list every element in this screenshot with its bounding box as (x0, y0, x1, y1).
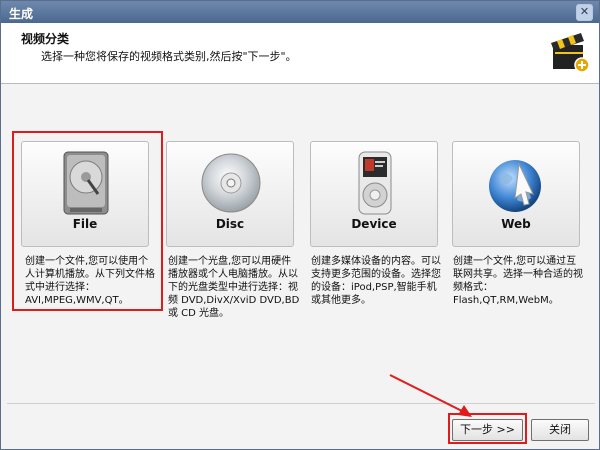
close-button[interactable]: 关闭 (531, 419, 589, 441)
card-web[interactable]: Web (452, 141, 580, 247)
card-device-description: 创建多媒体设备的内容。可以支持更多范围的设备。选择您的设备：iPod,PSP,智… (311, 256, 441, 306)
media-player-icon (358, 151, 392, 215)
footer-separator (7, 403, 595, 404)
next-button[interactable]: 下一步 >> (452, 419, 523, 441)
title-bar[interactable]: 生成 ✕ (1, 1, 599, 23)
page-description: 选择一种您将保存的视频格式类别,然后按"下一步"。 (41, 50, 297, 63)
file-highlight-box (12, 131, 163, 311)
card-disc-label: Disc (215, 217, 245, 231)
window-title: 生成 (9, 7, 34, 21)
close-window-icon[interactable]: ✕ (576, 4, 593, 21)
card-web-label: Web (501, 217, 531, 231)
wizard-header: 视频分类 选择一种您将保存的视频格式类别,然后按"下一步"。 (1, 23, 599, 84)
globe-icon (489, 160, 541, 212)
clapperboard-icon (551, 33, 589, 73)
disc-icon (201, 153, 261, 213)
card-device-label: Device (351, 217, 397, 231)
card-disc-description: 创建一个光盘,您可以用硬件播放器或个人电脑播放。从以下的光盘类型中进行选择：视频… (168, 256, 300, 319)
dialog-window: 生成 ✕ 视频分类 选择一种您将保存的视频格式类别,然后按"下一步"。 File (0, 0, 600, 450)
card-device[interactable]: Device (310, 141, 438, 247)
card-disc[interactable]: Disc (166, 141, 294, 247)
page-title: 视频分类 (21, 32, 70, 46)
card-web-description: 创建一个文件,您可以通过互联网共享。选择一种合适的视频格式：Flash,QT,R… (453, 256, 583, 306)
